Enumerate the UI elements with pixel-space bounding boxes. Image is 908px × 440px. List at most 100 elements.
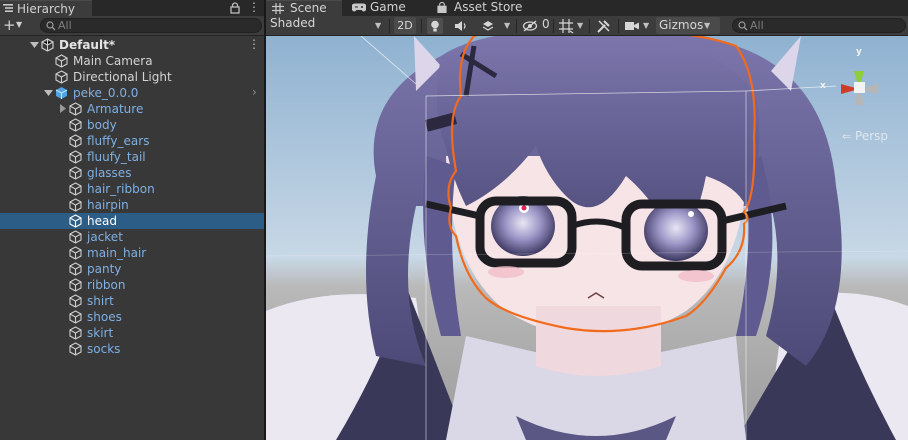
gameobject-cube-icon [69,150,82,164]
gameobject-cube-icon [55,54,68,68]
row-label: hairpin [87,198,129,212]
character-model-render [266,36,908,440]
row-label: jacket [87,230,123,244]
hidden-objects-button[interactable] [522,18,538,34]
gamepad-icon [352,3,366,12]
gameobject-cube-icon [69,310,82,324]
hierarchy-row-main-camera[interactable]: Main Camera [0,53,264,69]
camera-settings-button[interactable] [624,18,640,34]
hierarchy-panel: Hierarchy ⋮ + ▼ All Default* ⋮ Main Came… [0,0,264,440]
gameobject-cube-icon [69,278,82,292]
gizmos-dropdown[interactable]: Gizmos ▼ [656,17,720,34]
lighting-toggle-button[interactable] [427,18,443,34]
gizmos-label: Gizmos [659,18,704,32]
row-label: fluffy_ears [87,134,150,148]
grid-dropdown-arrow-icon[interactable]: ▼ [577,21,583,30]
shading-mode-dropdown[interactable]: Shaded ▼ [266,16,386,36]
hierarchy-row-fluufy-tail[interactable]: fluufy_tail [0,149,264,165]
hierarchy-row-panty[interactable]: panty [0,261,264,277]
hierarchy-row-main-hair[interactable]: main_hair [0,245,264,261]
tab-label: Asset Store [454,0,523,14]
row-label: peke_0.0.0 [73,86,139,100]
tab-label: Scene [290,1,327,15]
projection-toggle[interactable]: ⇐ Persp [842,129,888,143]
gameobject-cube-icon [69,166,82,180]
hierarchy-row-ribbon[interactable]: ribbon [0,277,264,293]
hierarchy-row-shirt[interactable]: shirt [0,293,264,309]
hierarchy-row-hair-ribbon[interactable]: hair_ribbon [0,181,264,197]
row-label: body [87,118,117,132]
shading-mode-label: Shaded [270,16,316,30]
effects-toggle-button[interactable] [480,18,496,34]
grid-toggle-icon [559,19,574,34]
kebab-menu-icon[interactable]: ⋮ [248,0,260,14]
unity-scene-icon [41,38,54,52]
toolbar-separator [389,19,390,33]
row-label: main_hair [87,246,147,260]
gameobject-cube-icon [69,230,82,244]
persp-arrows-icon: ⇐ [842,130,852,143]
scene-viewport[interactable]: y x ⇐ Persp [266,36,908,440]
gameobject-cube-icon [69,342,82,356]
gameobject-cube-icon [69,182,82,196]
search-icon [46,21,56,31]
audio-toggle-button[interactable] [453,18,469,34]
gameobject-cube-icon [69,102,82,116]
row-label: ribbon [87,278,126,292]
gameobject-cube-icon [69,246,82,260]
tools-icon [597,20,610,33]
hierarchy-row-head[interactable]: head [0,213,264,229]
tab-game[interactable]: Game [346,0,426,16]
hierarchy-row-armature[interactable]: Armature [0,101,264,117]
camera-dropdown-arrow-icon[interactable]: ▼ [643,21,649,30]
lock-icon[interactable] [230,2,240,14]
scene-name-label: Default* [59,38,116,52]
hierarchy-row-socks[interactable]: socks [0,341,264,357]
hierarchy-row-shoes[interactable]: shoes [0,309,264,325]
scene-kebab-icon[interactable]: ⋮ [248,37,260,51]
gameobject-cube-icon [69,198,82,212]
scene-row-default[interactable]: Default* ⋮ [0,37,264,53]
hierarchy-toolbar: + ▼ All [0,16,264,36]
hierarchy-row-glasses[interactable]: glasses [0,165,264,181]
hidden-objects-icon [522,20,538,32]
hierarchy-row-body[interactable]: body [0,117,264,133]
expand-arrow-icon[interactable] [44,88,53,97]
hierarchy-tab-label: Hierarchy [17,2,76,16]
gameobject-cube-icon [69,262,82,276]
projection-label: Persp [855,129,889,143]
tools-button[interactable] [596,18,612,34]
scene-tab-bar: Scene Game Asset Store [266,0,908,16]
collapsed-arrow-icon[interactable] [58,104,67,113]
scene-search-input[interactable]: All [732,18,906,33]
row-label: socks [87,342,121,356]
expand-arrow-icon[interactable] [30,40,39,49]
hierarchy-tab[interactable]: Hierarchy [0,0,92,16]
row-label: glasses [87,166,132,180]
gameobject-cube-icon [69,294,82,308]
gizmos-dropdown-arrow-icon[interactable]: ▼ [704,21,710,30]
row-label: shoes [87,310,122,324]
toolbar-separator [516,19,517,33]
row-label: Armature [87,102,144,116]
hierarchy-row-fluffy-ears[interactable]: fluffy_ears [0,133,264,149]
effects-dropdown-arrow-icon[interactable]: ▼ [504,21,510,30]
hierarchy-row-skirt[interactable]: skirt [0,325,264,341]
lighting-icon [431,20,439,32]
tab-scene[interactable]: Scene [266,0,342,16]
hierarchy-row-hairpin[interactable]: hairpin [0,197,264,213]
hierarchy-row-peke[interactable]: peke_0.0.0 › [0,85,264,101]
tab-asset-store[interactable]: Asset Store [430,0,530,16]
create-dropdown-arrow-icon[interactable]: ▼ [16,20,22,29]
hierarchy-row-jacket[interactable]: jacket [0,229,264,245]
hierarchy-tab-bar: Hierarchy ⋮ [0,0,264,16]
plus-icon[interactable]: + [3,16,16,34]
toolbar-separator [618,19,619,33]
hierarchy-row-directional-light[interactable]: Directional Light [0,69,264,85]
row-label: skirt [87,326,114,340]
scene-orientation-gizmo[interactable] [814,51,904,121]
hierarchy-search-input[interactable]: All [40,18,262,33]
2d-mode-button[interactable]: 2D [394,17,416,34]
open-prefab-chevron-icon[interactable]: › [252,85,257,99]
grid-toggle-button[interactable] [558,18,574,34]
